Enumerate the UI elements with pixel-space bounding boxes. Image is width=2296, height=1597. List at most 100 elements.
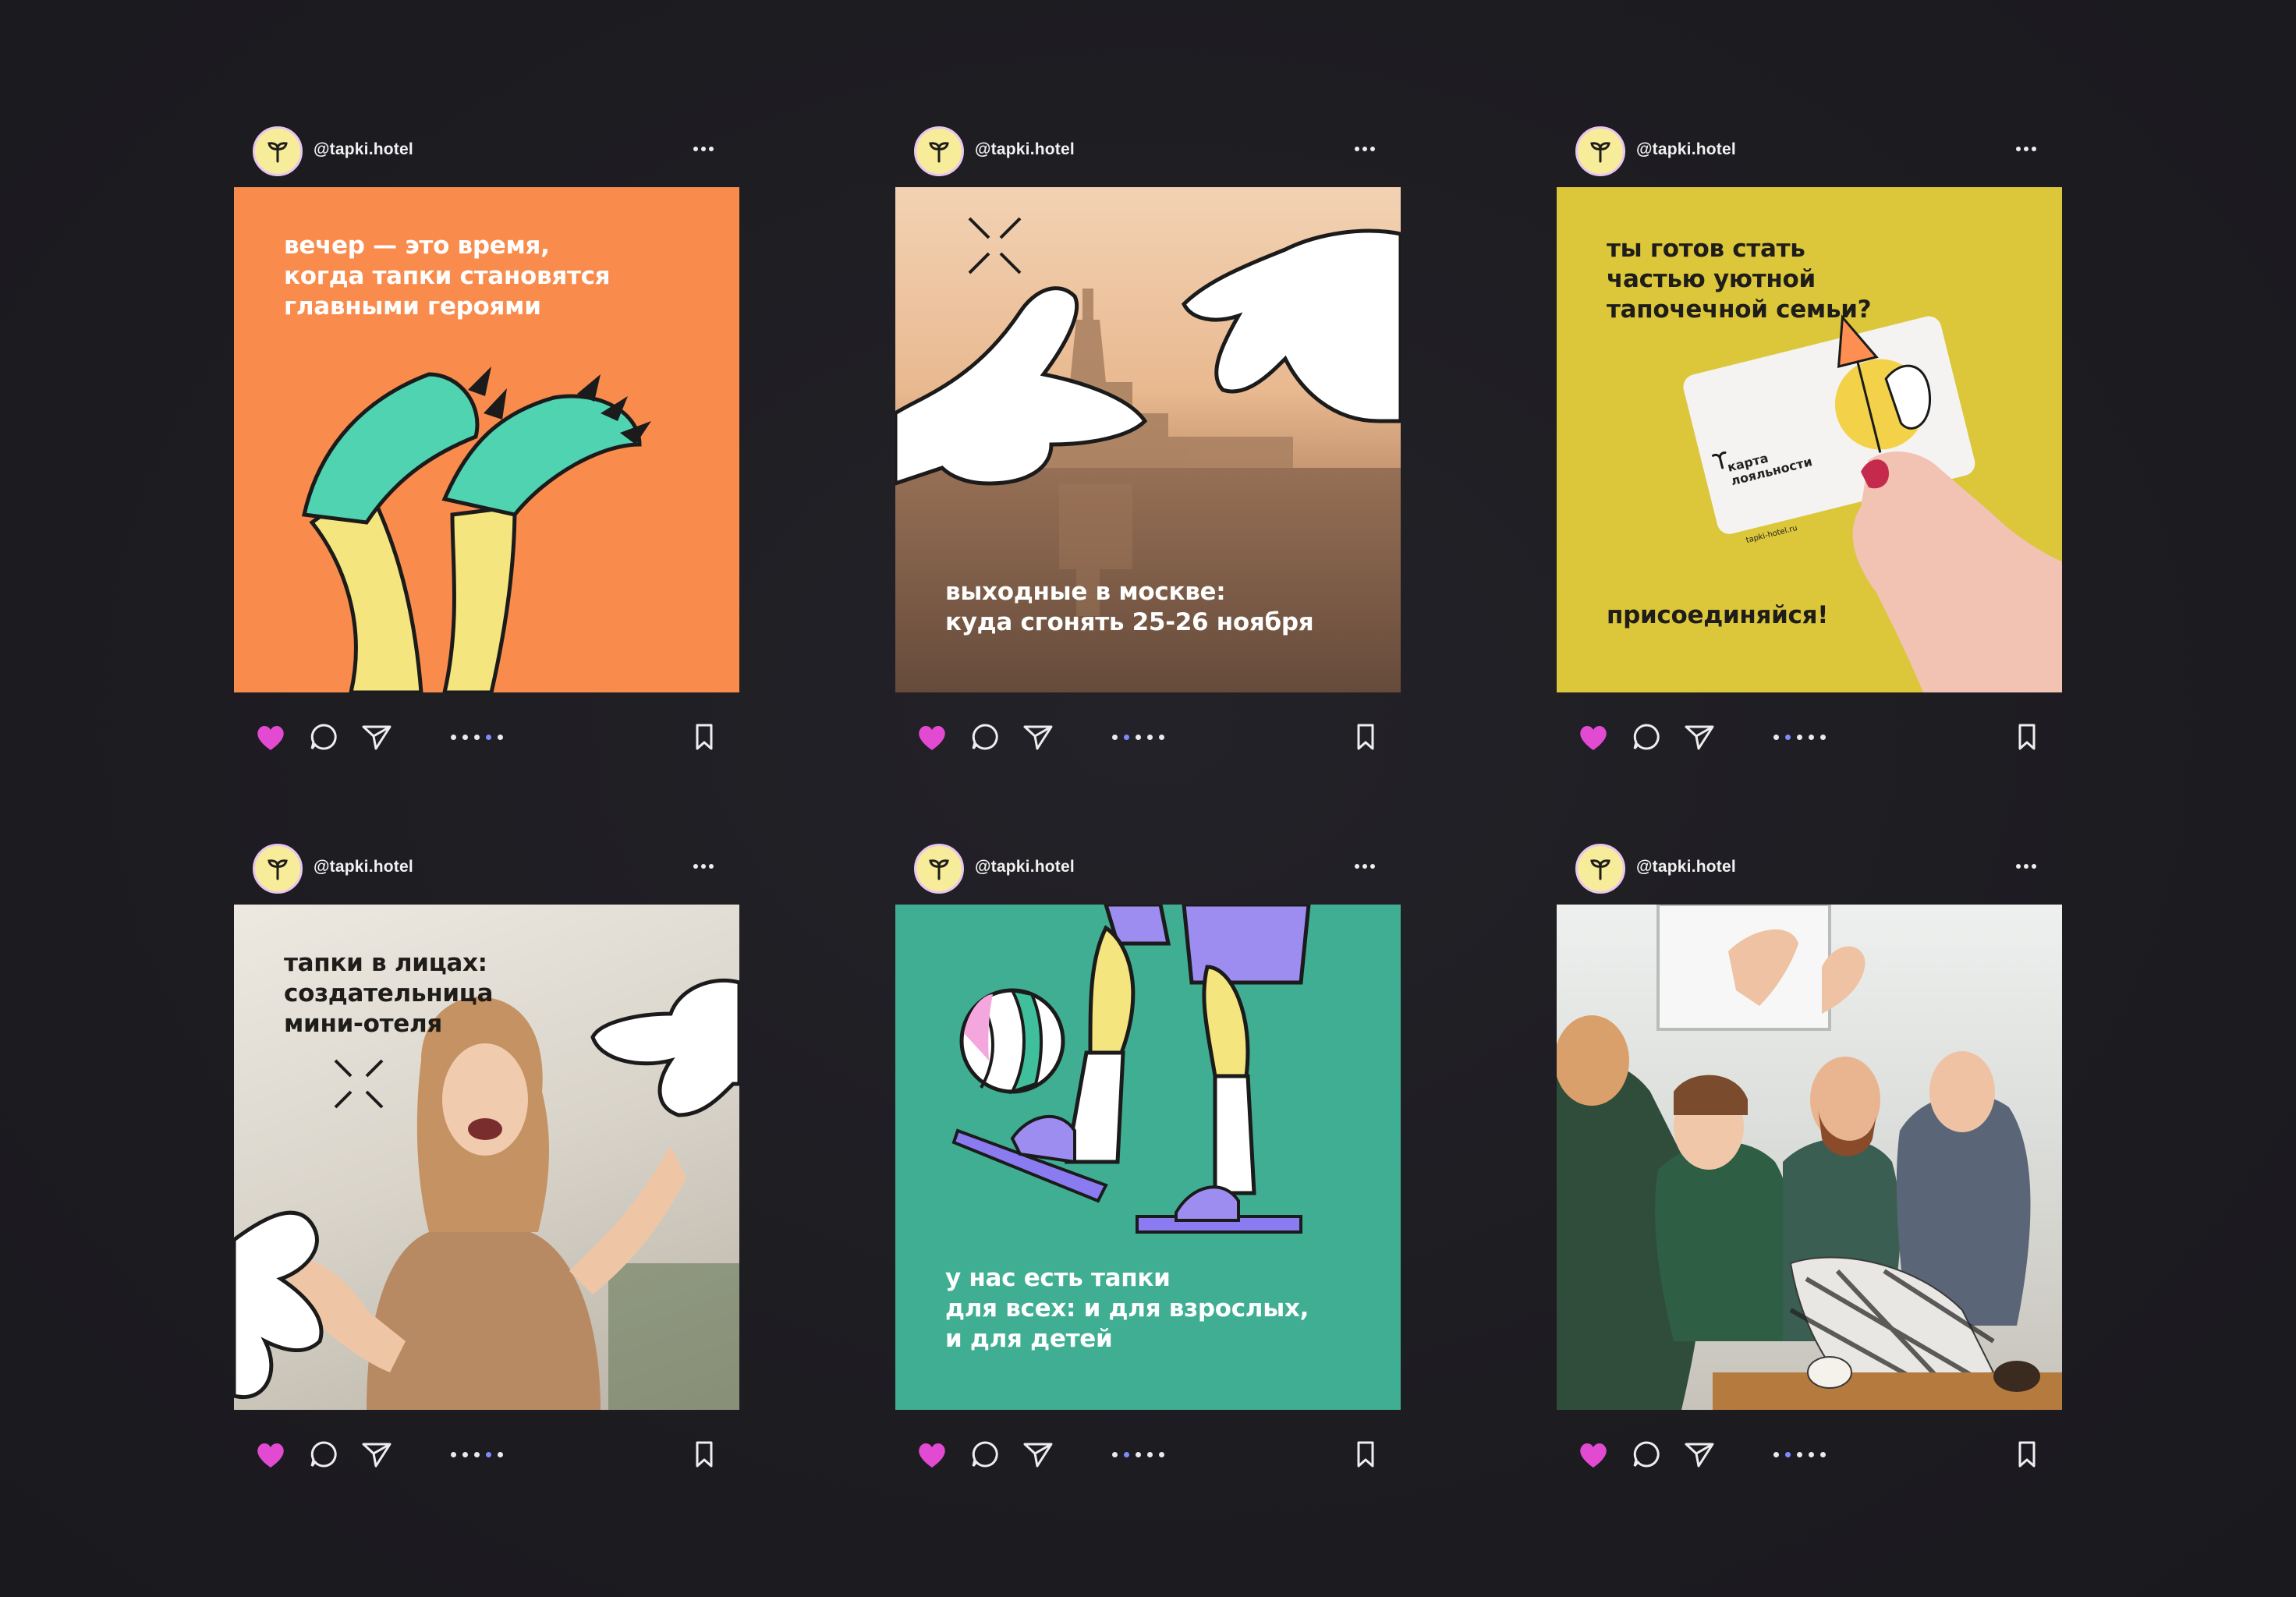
carousel-dot <box>1809 735 1814 740</box>
friends-photo <box>1557 905 2062 1410</box>
post-actions <box>895 1427 1401 1482</box>
post-caption: у нас есть тапки для всех: и для взрослы… <box>945 1264 1309 1353</box>
more-icon[interactable] <box>2011 855 2042 878</box>
heart-icon[interactable] <box>253 1438 289 1471</box>
sprout-logo-icon <box>268 142 288 163</box>
sparkle-icon <box>968 217 1022 274</box>
post-image[interactable] <box>1557 905 2062 1410</box>
send-icon[interactable] <box>1681 1438 1717 1471</box>
post-caption: вечер — это время, когда тапки становятс… <box>284 232 611 320</box>
sprout-logo-icon <box>929 859 949 880</box>
heart-icon[interactable] <box>253 721 289 753</box>
carousel-dot-active <box>486 1452 491 1457</box>
more-icon[interactable] <box>688 137 719 161</box>
carousel-dot-active <box>1785 735 1791 740</box>
post-2: @tapki.hotel выходные в москве: куда сго… <box>895 117 1401 750</box>
post-1: @tapki.hotel вечер — это время, когда та… <box>234 117 739 750</box>
carousel-dot <box>1773 1452 1779 1457</box>
comment-icon[interactable] <box>1628 721 1664 753</box>
account-handle[interactable]: @tapki.hotel <box>975 858 1075 876</box>
carousel-dots <box>1112 735 1164 742</box>
heart-icon[interactable] <box>914 1438 950 1471</box>
heart-icon[interactable] <box>914 721 950 753</box>
bookmark-icon[interactable] <box>1348 1438 1384 1471</box>
post-image[interactable]: выходные в москве: куда сгонять 25-26 но… <box>895 187 1401 692</box>
post-image[interactable]: вечер — это время, когда тапки становятс… <box>234 187 739 692</box>
comment-icon[interactable] <box>306 721 342 753</box>
carousel-dots <box>1773 1452 1826 1460</box>
post-image[interactable]: у нас есть тапки для всех: и для взрослы… <box>895 905 1401 1410</box>
carousel-dot <box>1797 1452 1802 1457</box>
heart-icon[interactable] <box>1575 721 1611 753</box>
carousel-dot <box>462 1452 468 1457</box>
post-header: @tapki.hotel <box>234 834 739 903</box>
post-5: @tapki.hotel у нас есть тапки для всех: … <box>895 834 1401 1468</box>
account-handle[interactable]: @tapki.hotel <box>314 858 413 876</box>
post-3: @tapki.hotel карта лояльности tapki-hote… <box>1557 117 2062 750</box>
more-icon[interactable] <box>688 855 719 878</box>
avatar[interactable] <box>914 844 964 894</box>
post-header: @tapki.hotel <box>895 834 1401 903</box>
sparkle-icon <box>334 1059 384 1109</box>
post-image[interactable]: тапки в лицах: создательница мини-отеля <box>234 905 739 1410</box>
carousel-dots <box>451 1452 503 1460</box>
account-handle[interactable]: @tapki.hotel <box>975 140 1075 159</box>
send-icon[interactable] <box>1020 1438 1056 1471</box>
sprout-logo-icon <box>1590 142 1610 163</box>
carousel-dot <box>1112 735 1118 740</box>
carousel-dot <box>451 735 456 740</box>
more-icon[interactable] <box>1349 855 1380 878</box>
send-icon[interactable] <box>359 721 395 753</box>
account-handle[interactable]: @tapki.hotel <box>1636 858 1736 876</box>
account-handle[interactable]: @tapki.hotel <box>1636 140 1736 159</box>
carousel-dots <box>451 735 503 742</box>
avatar[interactable] <box>253 126 303 176</box>
post-image[interactable]: карта лояльности tapki-hotel.ru ты готов… <box>1557 187 2062 692</box>
account-handle[interactable]: @tapki.hotel <box>314 140 413 159</box>
carousel-dot <box>1147 1452 1153 1457</box>
avatar[interactable] <box>1575 844 1625 894</box>
post-header: @tapki.hotel <box>234 117 739 186</box>
sprout-logo-icon <box>268 859 288 880</box>
carousel-dot <box>1147 735 1153 740</box>
bookmark-icon[interactable] <box>686 721 722 753</box>
carousel-dot <box>1820 1452 1826 1457</box>
post-4: @tapki.hotel тапки в лицах: создательниц… <box>234 834 739 1468</box>
bookmark-icon[interactable] <box>1348 721 1384 753</box>
avatar[interactable] <box>1575 126 1625 176</box>
send-icon[interactable] <box>359 1438 395 1471</box>
comment-icon[interactable] <box>967 721 1003 753</box>
carousel-dot-active <box>1124 1452 1129 1457</box>
post-caption: тапки в лицах: создательница мини-отеля <box>284 949 494 1038</box>
carousel-dot <box>474 735 480 740</box>
carousel-dot <box>1159 1452 1164 1457</box>
post-actions <box>1557 1427 2062 1482</box>
carousel-dot <box>462 735 468 740</box>
more-icon[interactable] <box>2011 137 2042 161</box>
carousel-dot <box>1136 1452 1141 1457</box>
bookmark-icon[interactable] <box>686 1438 722 1471</box>
comment-icon[interactable] <box>967 1438 1003 1471</box>
comment-icon[interactable] <box>306 1438 342 1471</box>
carousel-dot <box>498 1452 503 1457</box>
post-header: @tapki.hotel <box>1557 117 2062 186</box>
bookmark-icon[interactable] <box>2009 721 2045 753</box>
carousel-dot <box>1809 1452 1814 1457</box>
comment-icon[interactable] <box>1628 1438 1664 1471</box>
post-actions <box>895 710 1401 764</box>
carousel-dots <box>1112 1452 1164 1460</box>
more-icon[interactable] <box>1349 137 1380 161</box>
send-icon[interactable] <box>1681 721 1717 753</box>
send-icon[interactable] <box>1020 721 1056 753</box>
carousel-dot-active <box>486 735 491 740</box>
post-actions <box>234 710 739 764</box>
post-caption: выходные в москве: куда сгонять 25-26 но… <box>945 578 1314 636</box>
avatar[interactable] <box>914 126 964 176</box>
carousel-dot <box>1112 1452 1118 1457</box>
bookmark-icon[interactable] <box>2009 1438 2045 1471</box>
heart-icon[interactable] <box>1575 1438 1611 1471</box>
carousel-dot-active <box>1124 735 1129 740</box>
post-actions <box>234 1427 739 1482</box>
avatar[interactable] <box>253 844 303 894</box>
carousel-dot <box>498 735 503 740</box>
